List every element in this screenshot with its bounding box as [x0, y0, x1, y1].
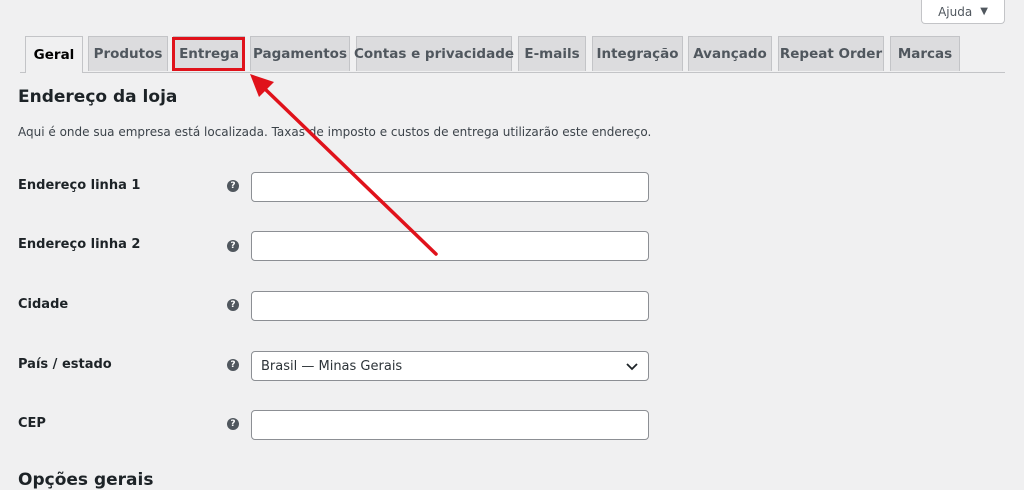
label-address-2: Endereço linha 2: [18, 237, 141, 252]
help-button[interactable]: Ajuda ▼: [921, 0, 1005, 24]
tab-repeat-order[interactable]: Repeat Order: [778, 36, 884, 71]
tab-pagamentos[interactable]: Pagamentos: [250, 36, 350, 71]
label-postcode: CEP: [18, 416, 46, 431]
help-tip-icon[interactable]: ?: [227, 180, 239, 192]
tab-emails[interactable]: E-mails: [518, 36, 586, 71]
address-line-1-input[interactable]: [251, 172, 649, 202]
label-country-state: País / estado: [18, 357, 112, 372]
label-address-1: Endereço linha 1: [18, 178, 141, 193]
postcode-input[interactable]: [251, 410, 649, 440]
chevron-down-icon: [626, 363, 638, 371]
tab-marcas[interactable]: Marcas: [890, 36, 960, 71]
section-title-general-options: Opções gerais: [18, 470, 154, 490]
tab-produtos[interactable]: Produtos: [88, 36, 168, 71]
label-city: Cidade: [18, 297, 69, 312]
section-description: Aqui é onde sua empresa está localizada.…: [18, 125, 652, 139]
help-tip-icon[interactable]: ?: [227, 418, 239, 430]
tab-geral[interactable]: Geral: [25, 36, 83, 73]
tab-contas-privacidade[interactable]: Contas e privacidade: [354, 36, 514, 71]
country-state-value: Brasil — Minas Gerais: [261, 358, 403, 374]
help-tip-icon[interactable]: ?: [227, 299, 239, 311]
section-title-store-address: Endereço da loja: [18, 87, 178, 107]
address-line-2-input[interactable]: [251, 231, 649, 261]
help-label: Ajuda: [938, 4, 973, 19]
help-tip-icon[interactable]: ?: [227, 240, 239, 252]
city-input[interactable]: [251, 291, 649, 321]
help-tip-icon[interactable]: ?: [227, 359, 239, 371]
tab-highlight-box: [172, 37, 245, 71]
tab-avancado[interactable]: Avançado: [688, 36, 772, 71]
tab-integracao[interactable]: Integração: [592, 36, 683, 71]
settings-tabs: Geral Produtos Entrega Pagamentos Contas…: [20, 36, 1005, 73]
country-state-select[interactable]: Brasil — Minas Gerais: [251, 351, 649, 381]
caret-down-icon: ▼: [980, 6, 988, 17]
